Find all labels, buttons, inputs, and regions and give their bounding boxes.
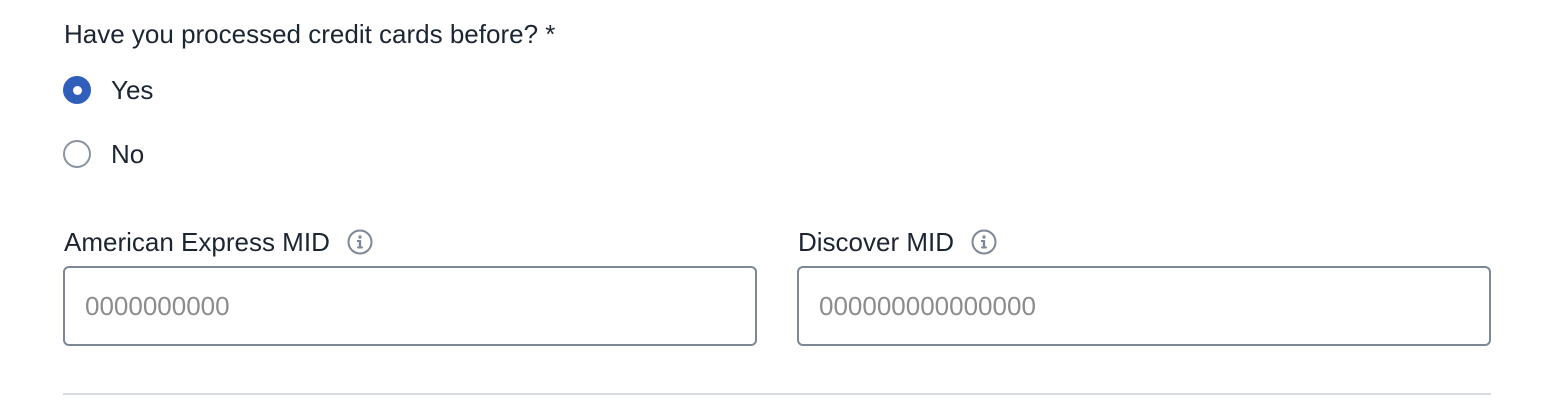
amex-mid-input[interactable] — [63, 266, 757, 346]
radio-option-yes[interactable]: Yes — [63, 73, 153, 107]
discover-mid-input[interactable] — [797, 266, 1491, 346]
discover-mid-label: Discover MID — [798, 226, 955, 257]
section-divider — [63, 393, 1491, 395]
amex-mid-label-row: American Express MID — [64, 225, 373, 259]
radio-label-yes: Yes — [111, 75, 154, 105]
info-icon[interactable] — [971, 229, 997, 255]
radio-button-yes[interactable] — [63, 76, 91, 104]
processed-cards-question: Have you processed credit cards before? … — [64, 19, 556, 49]
info-icon[interactable] — [347, 229, 373, 255]
amex-mid-label: American Express MID — [64, 226, 330, 257]
radio-label-no: No — [111, 139, 145, 169]
radio-button-no[interactable] — [63, 140, 91, 168]
discover-mid-label-row: Discover MID — [798, 225, 997, 259]
radio-option-no[interactable]: No — [63, 137, 144, 171]
